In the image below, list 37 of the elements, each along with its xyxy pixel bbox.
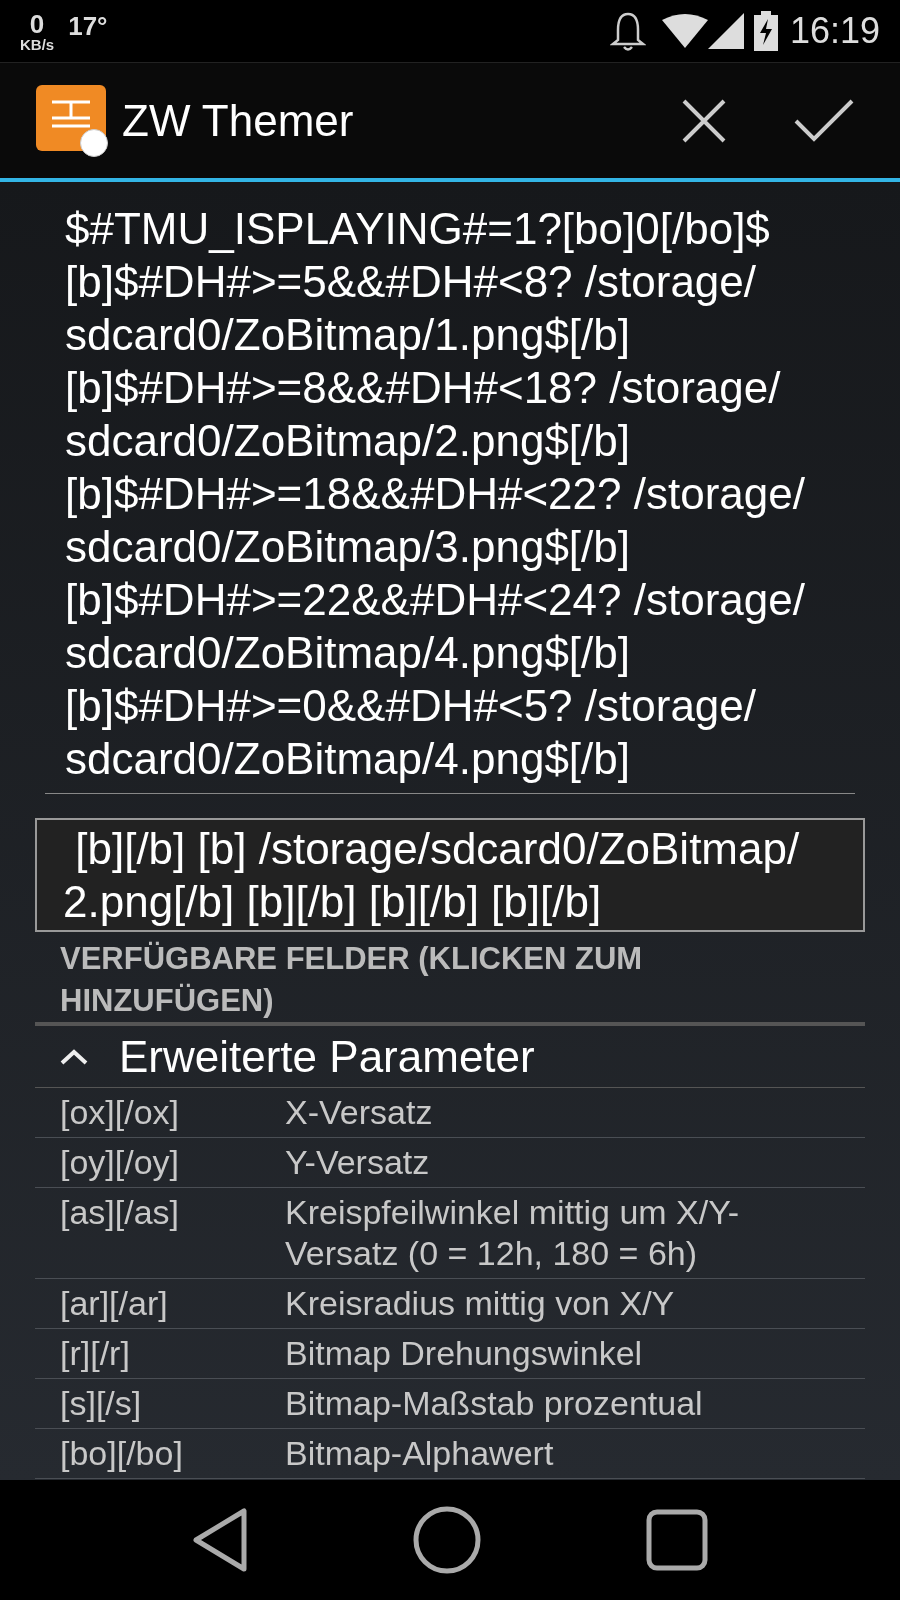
home-icon <box>413 1506 481 1574</box>
back-button[interactable] <box>192 1507 249 1573</box>
signal-icon <box>707 13 744 49</box>
field-tag[interactable]: [ar][/ar] <box>35 1283 285 1324</box>
field-description: Bitmap Drehungswinkel <box>285 1333 644 1374</box>
field-description: Kreisradius mittig von X/Y <box>285 1283 676 1324</box>
field-description: Bitmap-Alphawert <box>285 1433 555 1474</box>
back-icon <box>192 1507 249 1573</box>
field-description: X-Versatz <box>285 1092 434 1133</box>
clock: 16:19 <box>789 9 880 53</box>
app-icon[interactable] <box>36 84 108 157</box>
field-tag[interactable]: [ox][/ox] <box>35 1092 285 1133</box>
expander-row[interactable]: Erweiterte Parameter <box>35 1026 865 1088</box>
preview-field[interactable]: [b][/b] [b] /storage/sdcard0/ZoBitmap/2.png[/b] [b][/b] [b][/b] [b][/b] <box>35 818 865 932</box>
temperature: 17° <box>68 9 108 43</box>
field-description: Y-Versatz <box>285 1142 431 1183</box>
field-description: Kreispfeilwinkel mittig um X/Y-Versatz (0 = 12h, 180 = 6h) <box>285 1192 741 1274</box>
field-tag[interactable]: [r][/r] <box>35 1333 285 1374</box>
recents-button[interactable] <box>645 1509 708 1571</box>
speed-value: 0 <box>29 10 45 37</box>
bell-icon <box>609 10 646 52</box>
battery-icon <box>753 11 778 51</box>
field-tag[interactable]: [oy][/oy] <box>35 1142 285 1183</box>
field-description: Bitmap-Maßstab prozentual <box>285 1383 704 1424</box>
app-title: ZW Themer <box>122 94 354 147</box>
recents-icon <box>645 1509 708 1571</box>
wifi-icon <box>661 14 708 48</box>
field-tag[interactable]: [s][/s] <box>35 1383 285 1424</box>
chevron-up-icon <box>59 1047 89 1066</box>
field-tag[interactable]: [as][/as] <box>35 1192 285 1274</box>
code-field[interactable]: $#TMU_ISPLAYING#=1?[bo]0[/bo]$ [b]$#DH#>=5&&#DH#<8? /storage/sdcard0/ZoBitmap/1.png$[/b] [b]$#DH#>=8&&#DH#<18? /storage/sdcard0/ZoBitmap/2.png$[/b] [b]$#DH#>=18&&#DH#<22? /storage/sdcard0/ZoBitmap/3.png$[/b] [b]$#DH#>=22&&#DH#<24? /storage/sdcard0/ZoBitmap/4.png$[/b] [b]$#DH#>=0&&#DH#<5? /storage/sdcard0/ZoBitmap/4.png$[/b] <box>45 202 855 794</box>
speed-unit: KB/s <box>20 36 55 52</box>
field-tag[interactable]: [bo][/bo] <box>35 1433 285 1474</box>
close-icon <box>681 97 727 144</box>
section-header: VERFÜGBARE FELDER (KLICKEN ZUM HINZUFÜGEN) <box>60 940 644 1020</box>
home-button[interactable] <box>413 1506 481 1574</box>
check-icon <box>794 98 854 143</box>
